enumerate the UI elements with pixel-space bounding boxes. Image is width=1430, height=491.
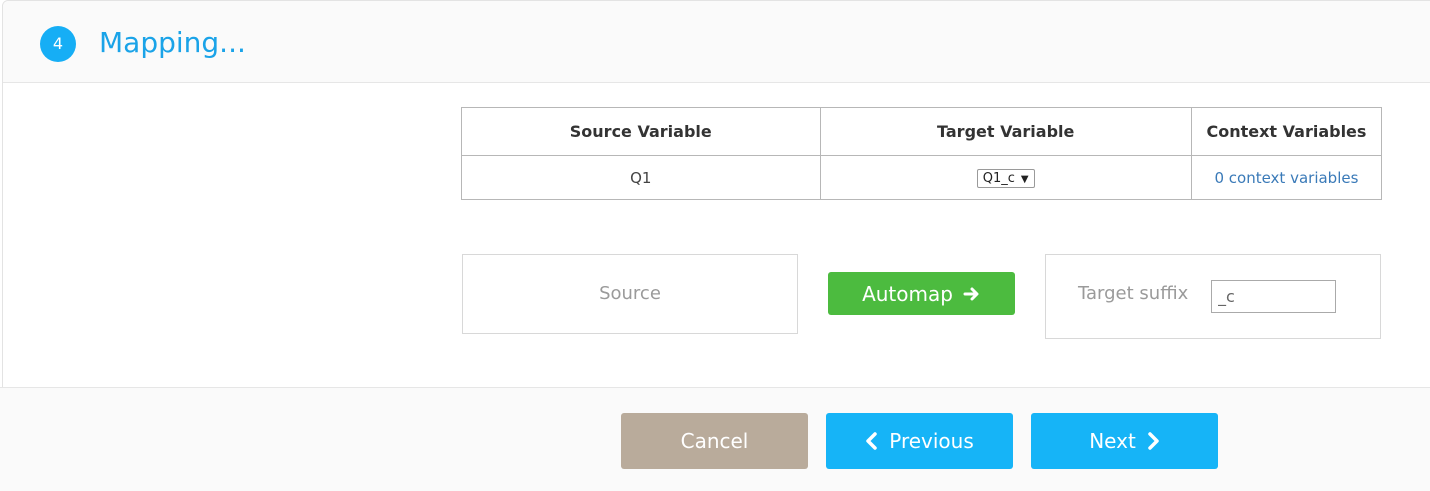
caret-down-icon: ▼	[1020, 173, 1029, 185]
context-variables-link[interactable]: 0 context variables	[1214, 169, 1358, 187]
cancel-label: Cancel	[680, 429, 749, 453]
context-variables-cell: 0 context variables	[1190, 155, 1383, 200]
panel-footer: Cancel Previous Next	[0, 387, 1430, 491]
column-header-target-variable: Target Variable	[819, 107, 1192, 156]
column-header-context-variables: Context Variables	[1190, 107, 1383, 156]
target-variable-value: Q1_c	[982, 170, 1015, 186]
page-title: Mapping...	[99, 26, 246, 59]
arrow-right-icon	[963, 285, 981, 303]
column-header-source-variable: Source Variable	[461, 107, 821, 156]
next-button[interactable]: Next	[1031, 413, 1218, 469]
automap-button[interactable]: Automap	[828, 272, 1015, 315]
chevron-left-icon	[865, 432, 879, 450]
previous-label: Previous	[889, 429, 974, 453]
source-variable-cell: Q1	[461, 155, 821, 200]
panel-header: 4 Mapping...	[3, 1, 1430, 83]
step-number-badge: 4	[40, 26, 76, 62]
chevron-right-icon	[1146, 432, 1160, 450]
target-variable-cell: Q1_c ▼	[819, 155, 1192, 200]
target-suffix-box: Target suffix	[1045, 254, 1381, 339]
target-suffix-label: Target suffix	[1078, 283, 1189, 304]
table-header-row: Source Variable Target Variable Context …	[461, 107, 1383, 156]
mapping-table: Source Variable Target Variable Context …	[461, 107, 1383, 200]
cancel-button[interactable]: Cancel	[621, 413, 808, 469]
automap-label: Automap	[862, 281, 953, 306]
target-variable-select[interactable]: Q1_c ▼	[976, 168, 1035, 188]
source-dropzone[interactable]: Source	[462, 254, 798, 334]
target-suffix-input[interactable]	[1211, 280, 1336, 313]
previous-button[interactable]: Previous	[826, 413, 1013, 469]
table-row: Q1 Q1_c ▼ 0 context variables	[461, 155, 1383, 200]
next-label: Next	[1089, 429, 1136, 453]
